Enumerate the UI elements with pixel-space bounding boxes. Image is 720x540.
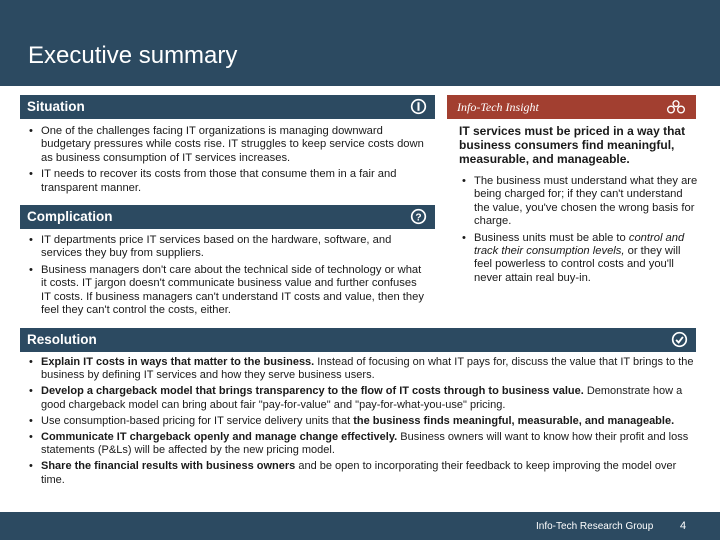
text-segment: Use consumption-based pricing for IT ser…	[41, 414, 354, 427]
footer-org: Info-Tech Research Group	[536, 521, 654, 532]
list-item: Develop a chargeback model that brings t…	[27, 385, 697, 411]
resolution-title: Resolution	[27, 332, 97, 347]
insight-list: The business must understand what they a…	[460, 175, 700, 288]
complication-list: IT departments price IT services based o…	[27, 234, 427, 320]
bold-segment: Explain IT costs in ways that matter to …	[41, 356, 315, 368]
bold-segment: the business finds meaningful, measurabl…	[353, 414, 675, 427]
question-icon: ?	[410, 208, 427, 225]
situation-list: One of the challenges facing IT organiza…	[27, 125, 427, 198]
list-item: Explain IT costs in ways that matter to …	[27, 356, 697, 382]
list-item: Share the financial results with busines…	[27, 460, 697, 486]
slide-header: Executive summary	[0, 0, 720, 86]
text-segment: Business units must be able to	[474, 231, 629, 244]
page-title: Executive summary	[28, 42, 238, 69]
resolution-list: Explain IT costs in ways that matter to …	[27, 356, 697, 490]
svg-text:?: ?	[415, 212, 421, 223]
insight-header: Info-Tech Insight	[447, 95, 696, 119]
insight-title: Info-Tech Insight	[457, 100, 539, 114]
list-item: One of the challenges facing IT organiza…	[27, 125, 427, 165]
situation-header: Situation	[20, 95, 435, 119]
page-number: 4	[680, 520, 687, 532]
check-circle-icon	[671, 331, 688, 348]
resolution-header: Resolution	[20, 328, 696, 352]
list-item: Business managers don't care about the t…	[27, 264, 427, 318]
list-item: Business units must be able to control a…	[460, 232, 700, 286]
slide-footer: Info-Tech Research Group 4	[0, 512, 720, 540]
list-item: Communicate IT chargeback openly and man…	[27, 431, 697, 457]
list-item: IT needs to recover its costs from those…	[27, 168, 427, 195]
bold-segment: Share the financial results with busines…	[41, 460, 296, 473]
list-item: IT departments price IT services based o…	[27, 234, 427, 261]
list-item: The business must understand what they a…	[460, 175, 700, 229]
bold-segment: Develop a chargeback model that brings t…	[41, 385, 584, 398]
complication-header: Complication ?	[20, 205, 435, 229]
insight-lead: IT services must be priced in a way that…	[459, 124, 686, 166]
situation-title: Situation	[27, 99, 85, 114]
info-icon	[410, 98, 427, 115]
gears-icon	[667, 100, 685, 114]
complication-title: Complication	[27, 209, 113, 224]
list-item: Use consumption-based pricing for IT ser…	[27, 415, 697, 428]
bold-segment: Communicate IT chargeback openly and man…	[41, 431, 398, 444]
